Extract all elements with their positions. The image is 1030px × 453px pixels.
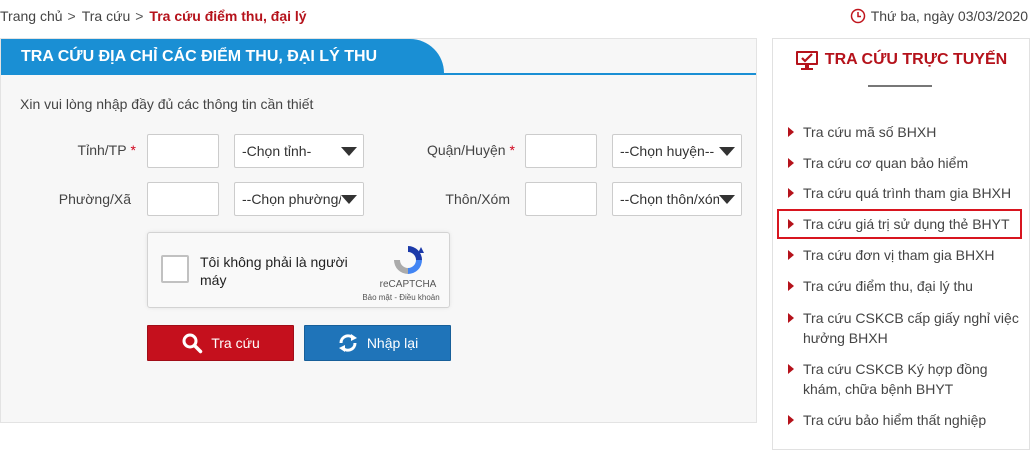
chevron-down-icon [341,147,357,156]
monitor-check-icon [795,51,818,70]
recaptcha-terms-link[interactable]: Bảo mật - Điều khoản [361,293,441,302]
province-label: Tỉnh/TP * [77,142,136,158]
intro-text: Xin vui lòng nhập đầy đủ các thông tin c… [20,96,314,112]
search-icon [182,333,203,354]
recaptcha-checkbox[interactable] [161,255,189,283]
province-select[interactable]: -Chọn tỉnh- [234,134,364,168]
reset-button-label: Nhập lại [366,335,419,351]
recaptcha-widget: Tôi không phải là người máy reCAPTCHA Bả… [147,232,450,308]
sidebar-title: TRA CỨU TRỰC TUYẾN [773,49,1029,71]
hamlet-code-input[interactable] [525,182,597,216]
caret-right-icon [788,313,794,323]
caret-right-icon [788,250,794,260]
district-code-input[interactable] [525,134,597,168]
lookup-panel: TRA CỨU ĐỊA CHỈ CÁC ĐIỂM THU, ĐẠI LÝ THU… [0,38,757,423]
sidebar-item-participating-units[interactable]: Tra cứu đơn vị tham gia BHXH [787,245,1021,265]
recaptcha-logo-icon [394,246,424,274]
recaptcha-label: Tôi không phải là người máy [200,254,348,288]
search-button-label: Tra cứu [211,335,260,351]
sidebar-item-bhxh-code[interactable]: Tra cứu mã số BHXH [787,122,1021,142]
sidebar-item-unemployment-insurance[interactable]: Tra cứu bảo hiểm thất nghiệp [787,410,1021,430]
sidebar-item-bhxh-history[interactable]: Tra cứu quá trình tham gia BHXH [787,183,1021,203]
sidebar-divider [868,85,932,87]
panel-title: TRA CỨU ĐỊA CHỈ CÁC ĐIỂM THU, ĐẠI LÝ THU [1,39,444,75]
clock-icon [850,8,865,24]
sidebar-item-bhyt-contract-facilities[interactable]: Tra cứu CSKCB Ký hợp đồng khám, chữa bện… [787,359,1021,399]
breadcrumb-separator: > [67,8,76,24]
chevron-down-icon [341,195,357,204]
current-date: Thứ ba, ngày 03/03/2020 [850,8,1028,24]
caret-right-icon [788,415,794,425]
caret-right-icon [788,219,794,229]
search-button[interactable]: Tra cứu [147,325,294,361]
province-code-input[interactable] [147,134,219,168]
reset-button[interactable]: Nhập lại [304,325,451,361]
date-text: Thứ ba, ngày 03/03/2020 [870,8,1028,24]
breadcrumb-home-link[interactable]: Trang chủ [0,8,63,24]
panel-header: TRA CỨU ĐỊA CHỈ CÁC ĐIỂM THU, ĐẠI LÝ THU [1,39,756,75]
refresh-icon [338,334,357,352]
caret-right-icon [788,127,794,137]
district-select[interactable]: --Chọn huyện-- [612,134,742,168]
required-marker: * [130,142,136,158]
caret-right-icon [788,188,794,198]
caret-right-icon [788,281,794,291]
caret-right-icon [788,158,794,168]
hamlet-select[interactable]: --Chọn thôn/xóm-- [612,182,742,216]
ward-label: Phường/Xã [58,191,131,207]
required-marker: * [509,142,515,158]
caret-right-icon [788,364,794,374]
online-lookup-sidebar: TRA CỨU TRỰC TUYẾN Tra cứu mã số BHXH Tr… [772,38,1030,450]
ward-select[interactable]: --Chọn phường/xã-- [234,182,364,216]
breadcrumb-current: Tra cứu điểm thu, đại lý [149,8,307,24]
chevron-down-icon [719,195,735,204]
ward-code-input[interactable] [147,182,219,216]
breadcrumb-separator: > [135,8,144,24]
sidebar-item-sick-leave-facilities[interactable]: Tra cứu CSKCB cấp giấy nghỉ việc hưởng B… [787,308,1021,348]
sidebar-item-insurance-agency[interactable]: Tra cứu cơ quan bảo hiểm [787,153,1021,173]
chevron-down-icon [719,147,735,156]
sidebar-item-bhyt-card-validity[interactable]: Tra cứu giá trị sử dụng thẻ BHYT [777,209,1022,239]
breadcrumb-lookup-link[interactable]: Tra cứu [82,8,131,24]
breadcrumb: Trang chủ > Tra cứu > Tra cứu điểm thu, đại … [0,8,307,24]
recaptcha-brand: reCAPTCHA [379,279,437,290]
district-label: Quận/Huyện * [426,142,515,158]
sidebar-item-collection-points[interactable]: Tra cứu điểm thu, đại lý thu [787,276,1021,296]
hamlet-label: Thôn/Xóm [445,191,510,207]
